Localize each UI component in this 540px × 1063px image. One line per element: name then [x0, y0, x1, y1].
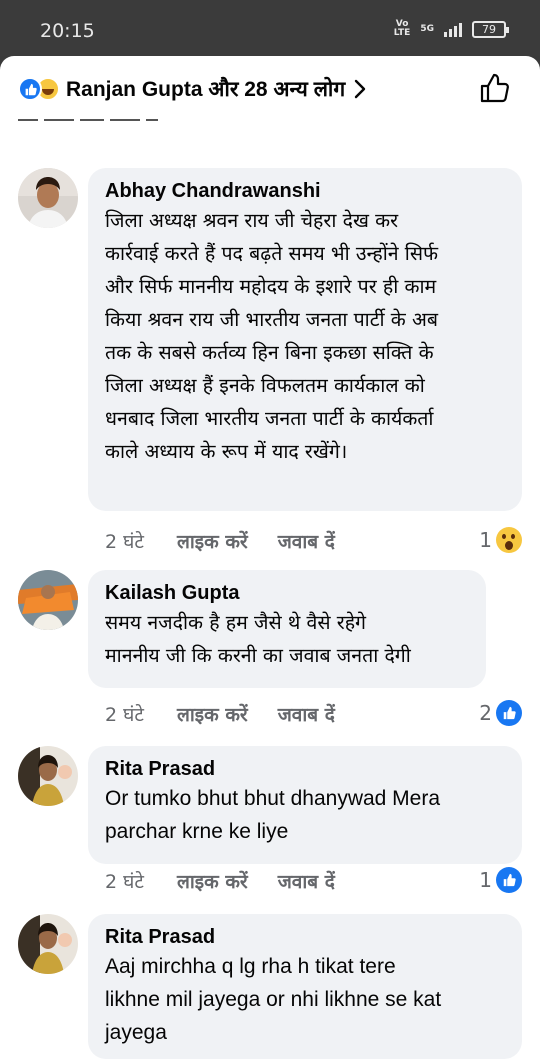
- like-icon: [496, 867, 522, 893]
- avatar[interactable]: [18, 746, 78, 806]
- reply-button[interactable]: जवाब दें: [278, 868, 335, 894]
- like-icon: [18, 77, 42, 101]
- reaction-count[interactable]: 1: [479, 867, 522, 893]
- status-icons: Vo LTE 5G 79: [393, 19, 509, 38]
- comment-bubble[interactable]: Kailash Gupta समय नजदीक है हम जैसे थे वै…: [88, 570, 486, 688]
- thumbs-up-outline-icon: [480, 73, 509, 103]
- like-comment-button[interactable]: लाइक करें: [177, 528, 248, 554]
- comment-actions: 2 घंटे लाइक करें जवाब दें: [105, 868, 365, 894]
- comment-author[interactable]: Rita Prasad: [105, 924, 506, 950]
- like-button[interactable]: [478, 71, 512, 105]
- reaction-count-number: 1: [479, 868, 492, 892]
- sheet-header: Ranjan Gupta और 28 अन्य लोग: [0, 56, 540, 122]
- reply-button[interactable]: जवाब दें: [278, 528, 335, 554]
- comment-actions: 2 घंटे लाइक करें जवाब दें: [105, 528, 365, 554]
- reaction-count-number: 1: [479, 528, 492, 552]
- like-comment-button[interactable]: लाइक करें: [177, 701, 248, 727]
- comment-text: Or tumko bhut bhut dhanywad Mera parchar…: [105, 787, 441, 843]
- reaction-summary[interactable]: [18, 77, 60, 101]
- comment-time[interactable]: 2 घंटे: [105, 868, 177, 894]
- reply-button[interactable]: जवाब दें: [278, 701, 335, 727]
- wow-icon: [496, 527, 522, 553]
- reaction-count-number: 2: [479, 701, 492, 725]
- reaction-count[interactable]: 1: [479, 527, 522, 553]
- network-icon: 5G: [420, 23, 434, 34]
- battery-level: 79: [482, 22, 496, 36]
- chevron-right-icon[interactable]: [353, 78, 367, 100]
- volte-icon: Vo LTE: [393, 19, 411, 38]
- comment-time[interactable]: 2 घंटे: [105, 701, 177, 727]
- like-comment-button[interactable]: लाइक करें: [177, 868, 248, 894]
- comment-actions: 2 घंटे लाइक करें जवाब दें: [105, 701, 365, 727]
- network-label: 5G: [420, 23, 434, 34]
- comment-text: समय नजदीक है हम जैसे थे वैसे रहेगे माननी…: [105, 611, 411, 667]
- signal-icon: [444, 21, 462, 37]
- reaction-count[interactable]: 2: [479, 700, 522, 726]
- comment-author[interactable]: Abhay Chandrawanshi: [105, 178, 506, 204]
- comment-bubble[interactable]: Rita Prasad Or tumko bhut bhut dhanywad …: [88, 746, 522, 864]
- battery-icon: 79: [472, 20, 509, 38]
- avatar[interactable]: [18, 570, 78, 630]
- comment-author[interactable]: Rita Prasad: [105, 756, 506, 782]
- avatar[interactable]: [18, 914, 78, 974]
- clipped-comment-text: [18, 116, 168, 128]
- reactors-summary-link[interactable]: Ranjan Gupta और 28 अन्य लोग: [66, 75, 345, 103]
- comment-text: Aaj mirchha q lg rha h tikat tere likhne…: [105, 955, 442, 1044]
- comment-author[interactable]: Kailash Gupta: [105, 580, 470, 606]
- comment-text: जिला अध्यक्ष श्रवन राय जी चेहरा देख कर क…: [105, 209, 439, 463]
- status-bar: 20:15 Vo LTE 5G 79: [0, 0, 540, 56]
- comment-time[interactable]: 2 घंटे: [105, 528, 177, 554]
- avatar[interactable]: [18, 168, 78, 228]
- status-time: 20:15: [40, 20, 95, 42]
- like-icon: [496, 700, 522, 726]
- comment-bubble[interactable]: Rita Prasad Aaj mirchha q lg rha h tikat…: [88, 914, 522, 1059]
- comment-bubble[interactable]: Abhay Chandrawanshi जिला अध्यक्ष श्रवन र…: [88, 168, 522, 511]
- reactions-comments-sheet: Ranjan Gupta और 28 अन्य लोग Abhay Chandr…: [0, 56, 540, 1063]
